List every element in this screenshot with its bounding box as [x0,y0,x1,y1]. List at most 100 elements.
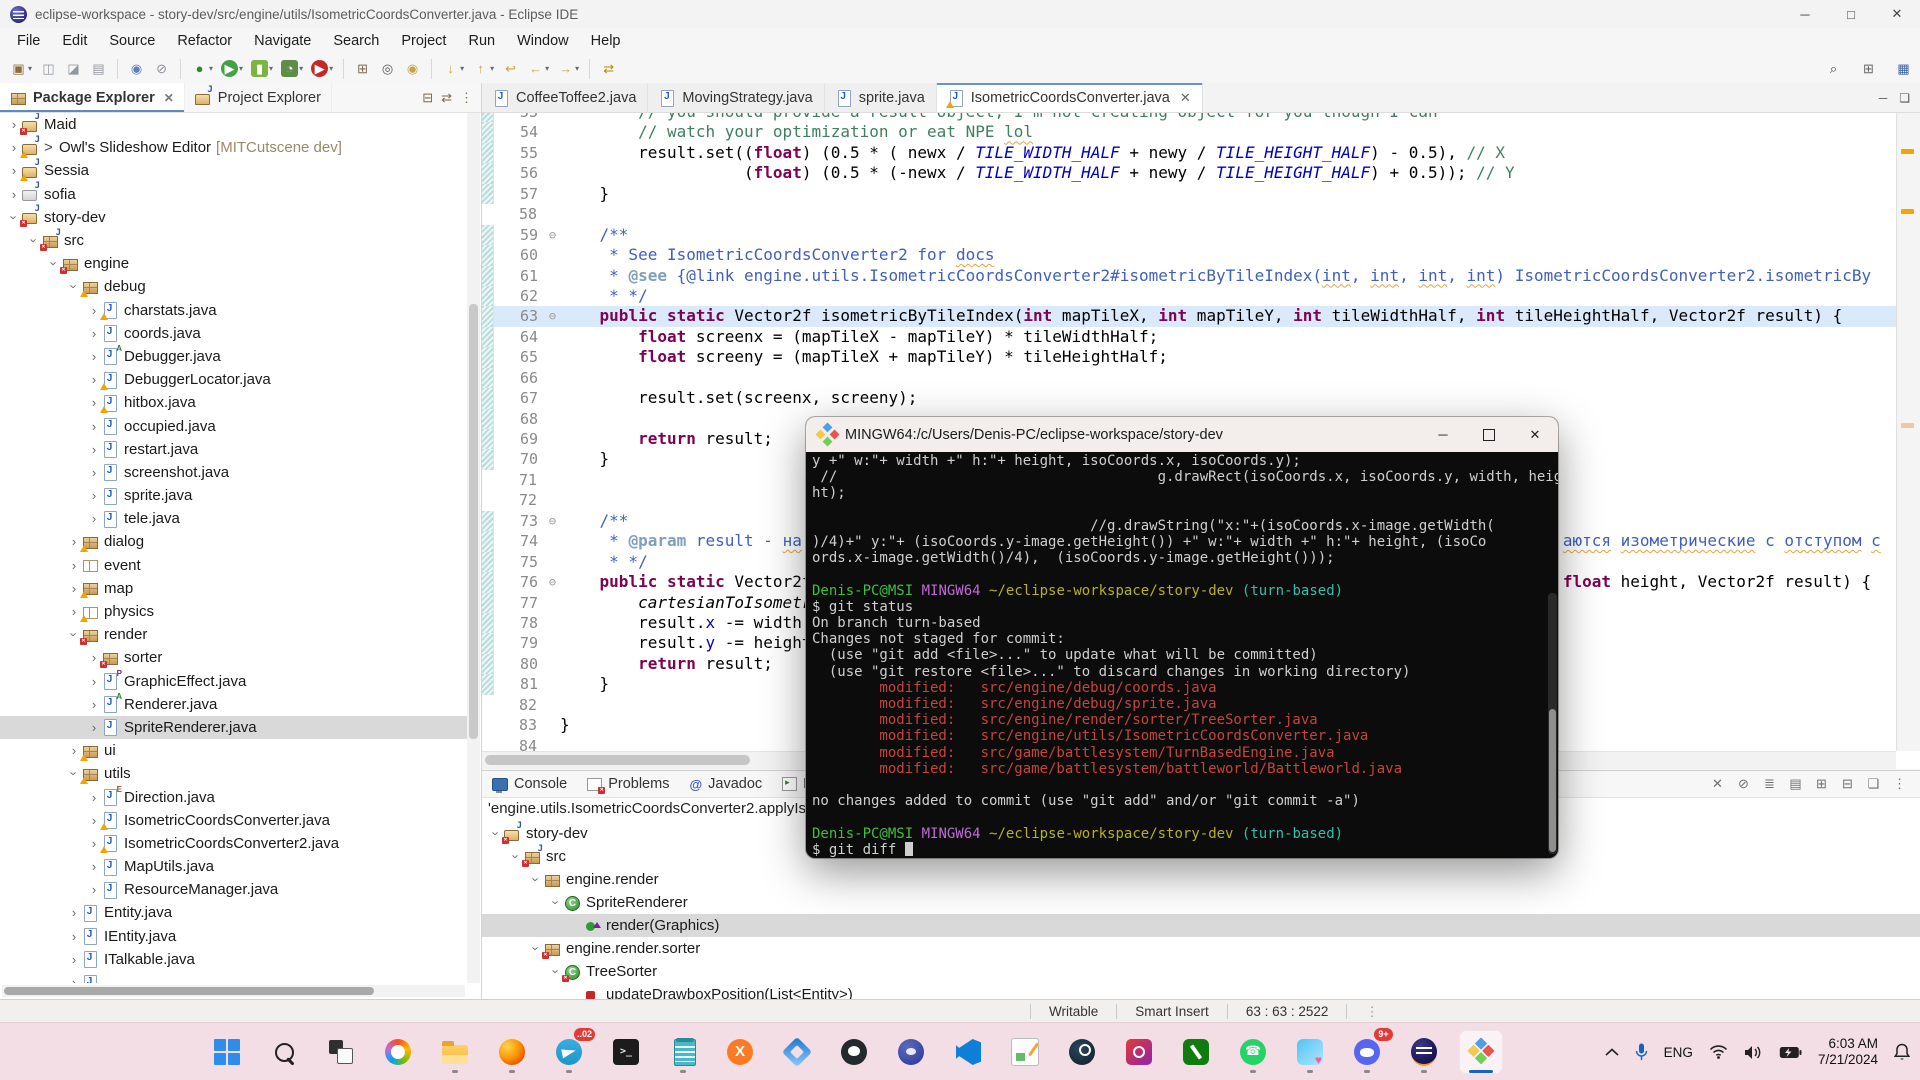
link-with-editor-button[interactable]: ⇄ [598,57,619,81]
tree-arrow-icon[interactable]: › [86,697,102,712]
eclipse-app-button[interactable] [1402,1030,1446,1074]
tree-arrow-icon[interactable]: › [86,326,102,341]
tree-arrow-icon[interactable]: › [86,442,102,457]
menu-navigate[interactable]: Navigate [243,33,322,49]
tree-arrow-icon[interactable]: › [86,511,102,526]
terminal-title-bar[interactable]: MINGW64:/c/Users/Denis-PC/eclipse-worksp… [806,417,1558,452]
toolbar-search-button[interactable]: ⌕ [1823,57,1844,81]
minimize-view-icon[interactable]: ─ [1879,91,1888,105]
view-menu-icon[interactable]: ⋮ [460,90,473,106]
tree-item-physics[interactable]: ›physics [0,600,467,623]
tree-item-event[interactable]: ›event [0,554,467,577]
tree-arrow-icon[interactable]: › [66,905,82,920]
close-tab-icon[interactable]: ✕ [164,91,174,105]
gradient-ring-app-button[interactable] [1117,1030,1161,1074]
tree-item-SpriteRenderer[interactable]: ›SpriteRenderer [482,891,1920,914]
warning-marker[interactable] [1901,149,1914,154]
tree-item-MapUtils.java[interactable]: ›MapUtils.java [0,855,467,878]
xampp-button[interactable] [718,1030,762,1074]
tree-arrow-icon[interactable]: › [86,720,102,735]
menu-source[interactable]: Source [98,33,166,49]
spelling-marker[interactable] [1901,423,1914,428]
fold-marker-icon[interactable]: ⊖ [544,511,561,531]
run-button[interactable]: ▶▾ [219,57,245,81]
tree-item-TreeSorter[interactable]: ›TreeSorter [482,960,1920,983]
code-line-57[interactable]: 57 } [482,184,1896,204]
tree-item-DebuggerLocator.java[interactable]: ›DebuggerLocator.java [0,368,467,391]
fold-marker-icon[interactable]: ⊖ [544,572,561,592]
paint-app-button[interactable] [1003,1030,1047,1074]
console-toolbar-icon-1[interactable]: ⊘ [1735,776,1752,792]
battery-icon[interactable] [1779,1046,1802,1059]
tree-arrow-icon[interactable]: › [86,465,102,480]
console-toolbar-icon-5[interactable]: ⊟ [1839,776,1856,792]
tree-arrow-icon[interactable]: › [86,859,102,874]
save-all-button[interactable]: ◪ [63,57,84,81]
tree-item-IEntity.java[interactable]: ›IEntity.java [0,925,467,948]
tree-item-coords.java[interactable]: ›coords.java [0,322,467,345]
editor-tab-MovingStrategy.java[interactable]: MovingStrategy.java [648,83,824,112]
wifi-icon[interactable] [1709,1045,1728,1059]
tree-item-sofia[interactable]: ›sofia [0,183,467,206]
tree-arrow-icon[interactable]: › [86,674,102,689]
tree-item-IsometricCoordsConverter2.java[interactable]: ›IsometricCoordsConverter2.java [0,832,467,855]
tree-item-debug[interactable]: ›debug [0,275,467,298]
tree-item-engine[interactable]: ›engine [0,252,467,275]
menu-window[interactable]: Window [506,33,580,49]
tree-item-SpriteRenderer.java[interactable]: ›SpriteRenderer.java [0,716,467,739]
telegram-button[interactable]: ..02 [547,1030,591,1074]
notification-bell-icon[interactable] [1894,1043,1910,1061]
console-toolbar-icon-7[interactable]: ⋮ [1891,776,1908,792]
tree-arrow-icon[interactable]: › [86,349,102,364]
console-toolbar-icon-2[interactable]: ≣ [1761,776,1778,792]
maximize-view-icon[interactable]: ❏ [1899,91,1910,105]
fold-marker-icon[interactable]: ⊖ [544,225,561,245]
tree-arrow-icon[interactable]: › [86,419,102,434]
package-explorer-horizontal-scrollbar[interactable] [2,985,465,997]
tree-item-Sessia[interactable]: ›Sessia [0,159,467,182]
terminal-output[interactable]: y +" w:"+ width +" h:"+ height, isoCoord… [806,452,1558,858]
tree-item-Entity.java[interactable]: ›Entity.java [0,901,467,924]
tree-item-hitbox.java[interactable]: ›hitbox.java [0,391,467,414]
menu-refactor[interactable]: Refactor [166,33,243,49]
tree-item-render(Graphics)[interactable]: render(Graphics) [482,914,1920,937]
java-perspective-button[interactable]: ▦ [1893,57,1914,81]
tab-project-explorer[interactable]: Project Explorer [185,83,332,112]
tree-item-utils[interactable]: ›utils [0,762,467,785]
terminal-close-button[interactable]: ✕ [1512,417,1558,452]
tree-item-engine.render.sorter[interactable]: ›engine.render.sorter [482,937,1920,960]
tree-item-Renderer.java[interactable]: ›ARenderer.java [0,693,467,716]
tree-item-tele.java[interactable]: ›tele.java [0,507,467,530]
tree-item-ui[interactable]: ›ui [0,739,467,762]
save-button[interactable]: ◫ [38,57,59,81]
tree-arrow-icon[interactable]: › [86,882,102,897]
close-button[interactable]: ✕ [1874,0,1920,28]
code-line-67[interactable]: 67 result.set(screenx, screeny); [482,388,1896,408]
code-line-63[interactable]: 63⊖ public static Vector2f isometricByTi… [482,306,1896,326]
console-toolbar-icon-0[interactable]: ✕ [1709,776,1726,792]
code-line-53[interactable]: 53 // you should provide a result object… [482,113,1896,122]
code-line-59[interactable]: 59⊖ /** [482,225,1896,245]
whatsapp-button[interactable] [1231,1030,1275,1074]
menu-run[interactable]: Run [457,33,506,49]
console-toolbar-icon-3[interactable]: ▤ [1787,776,1804,792]
debug-button[interactable]: ●▾ [189,57,215,81]
tab-problems[interactable]: Problems [577,771,679,797]
tree-item-Owl's Slideshow Editor[interactable]: ›> Owl's Slideshow Editor[MITCutscene de… [0,136,467,159]
speaker-icon[interactable] [1744,1045,1763,1060]
collapse-all-icon[interactable]: ⊟ [422,90,433,106]
tree-item-screenshot.java[interactable]: ›screenshot.java [0,461,467,484]
search-button[interactable] [262,1030,306,1074]
firefox-button[interactable] [490,1030,534,1074]
tree-item-map[interactable]: ›map [0,577,467,600]
file-explorer-button[interactable] [433,1030,477,1074]
tree-item-render[interactable]: ›render [0,623,467,646]
code-line-65[interactable]: 65 float screeny = (mapTileX + mapTileY)… [482,347,1896,367]
open-type-button[interactable]: ◎ [377,57,398,81]
overview-ruler[interactable] [1896,113,1920,751]
code-line-61[interactable]: 61 * @see {@link engine.utils.IsometricC… [482,266,1896,286]
tree-item-charstats.java[interactable]: ›charstats.java [0,299,467,322]
link-with-editor-icon[interactable]: ⇄ [441,90,452,106]
tree-arrow-icon[interactable]: › [86,488,102,503]
code-line-66[interactable]: 66 [482,368,1896,388]
